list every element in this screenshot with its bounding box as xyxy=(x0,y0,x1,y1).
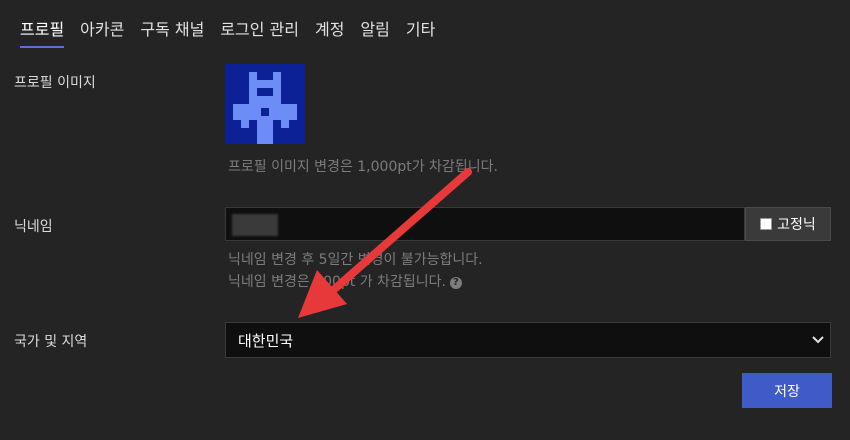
nickname-help-cost: 닉네임 변경은 500pt 가 차감됩니다. xyxy=(228,274,446,290)
nickname-help-cooldown: 닉네임 변경 후 5일간 변경이 불가능합니다. xyxy=(228,252,483,268)
nickname-label: 닉네임 xyxy=(14,219,53,235)
profile-image-label: 프로필 이미지 xyxy=(14,75,96,91)
fixed-nickname-label: 고정닉 xyxy=(777,217,816,233)
settings-tabs: 프로필 아카콘 구독 채널 로그인 관리 계정 알림 기타 xyxy=(20,14,435,48)
settings-page: 프로필 아카콘 구독 채널 로그인 관리 계정 알림 기타 프로필 이미지 프로… xyxy=(0,0,850,440)
tab-subscribed-channels[interactable]: 구독 채널 xyxy=(140,14,204,48)
profile-avatar[interactable] xyxy=(225,64,305,144)
nickname-help-cost-row: 닉네임 변경은 500pt 가 차감됩니다.? xyxy=(228,271,462,291)
tab-login-management[interactable]: 로그인 관리 xyxy=(220,14,299,48)
tab-arcacon[interactable]: 아카콘 xyxy=(80,14,124,48)
profile-image-help: 프로필 이미지 변경은 1,000pt가 차감됩니다. xyxy=(228,159,498,175)
save-button[interactable]: 저장 xyxy=(742,373,832,408)
tab-etc[interactable]: 기타 xyxy=(406,14,435,48)
country-label: 국가 및 지역 xyxy=(14,334,88,350)
country-selected-value: 대한민국 xyxy=(238,331,294,350)
chevron-down-icon xyxy=(812,336,824,344)
redacted-nickname xyxy=(232,214,278,236)
tab-profile[interactable]: 프로필 xyxy=(20,14,65,48)
question-icon[interactable]: ? xyxy=(449,277,462,289)
tab-account[interactable]: 계정 xyxy=(315,14,344,48)
tab-notifications[interactable]: 알림 xyxy=(360,14,389,48)
nickname-input[interactable] xyxy=(225,207,745,241)
avatar-pixel-art-icon xyxy=(225,64,305,144)
fixed-nickname-toggle[interactable]: 고정닉 xyxy=(745,207,831,241)
country-select[interactable]: 대한민국 xyxy=(225,322,831,358)
fixed-nickname-checkbox[interactable] xyxy=(760,218,773,230)
